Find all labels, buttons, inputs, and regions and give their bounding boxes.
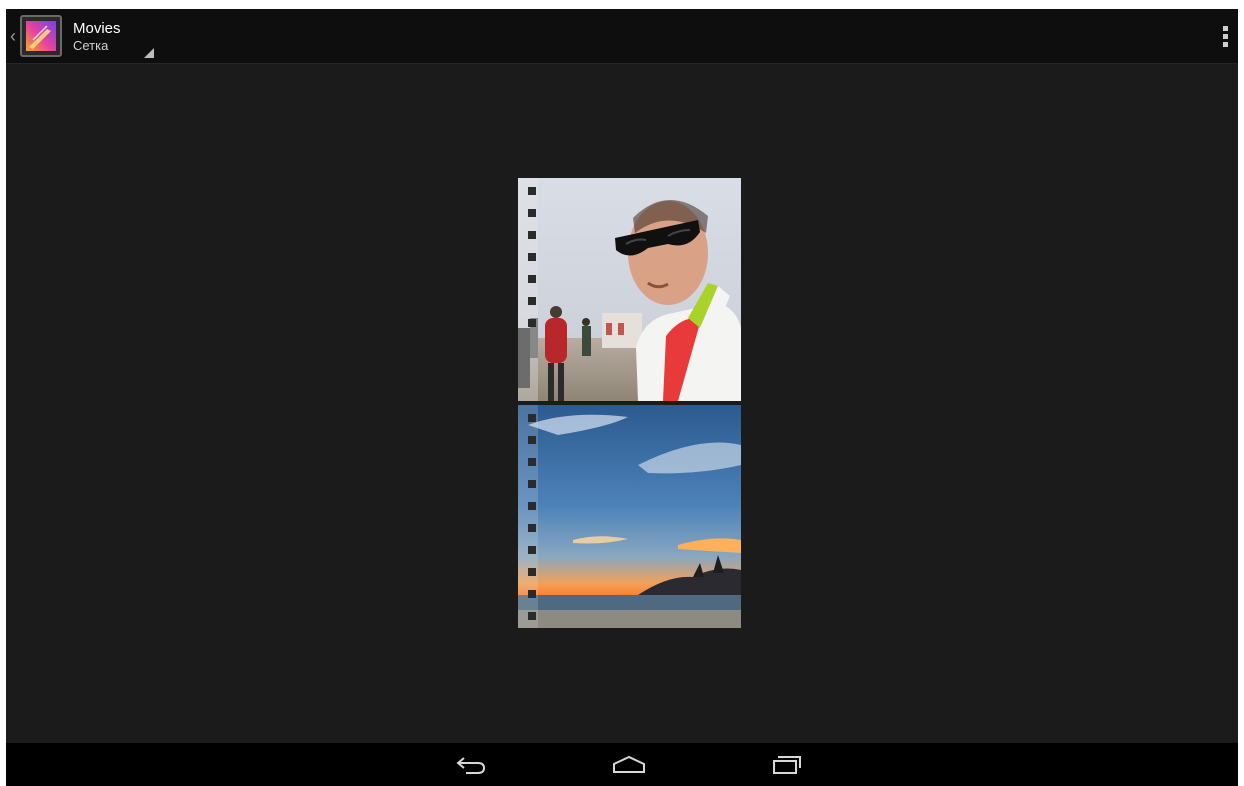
video-thumbnail-image (518, 405, 741, 628)
gallery-icon[interactable] (20, 15, 62, 57)
chevron-left-icon[interactable]: ‹ (10, 26, 16, 46)
overflow-menu-icon[interactable] (1218, 21, 1232, 51)
home-icon[interactable] (609, 751, 649, 779)
back-icon[interactable] (451, 751, 491, 779)
gallery-screen: ‹ Movies Сетка (6, 9, 1238, 786)
page-title: Movies (73, 20, 121, 37)
action-bar: ‹ Movies Сетка (6, 9, 1238, 64)
video-thumbnail[interactable] (518, 405, 741, 628)
view-mode-spinner[interactable]: Сетка (73, 38, 108, 53)
video-thumbnail-image (518, 178, 741, 401)
navigation-bar (6, 743, 1238, 786)
spinner-corner-icon (144, 48, 154, 58)
recent-apps-icon[interactable] (767, 751, 807, 779)
video-thumbnail[interactable] (518, 178, 741, 401)
